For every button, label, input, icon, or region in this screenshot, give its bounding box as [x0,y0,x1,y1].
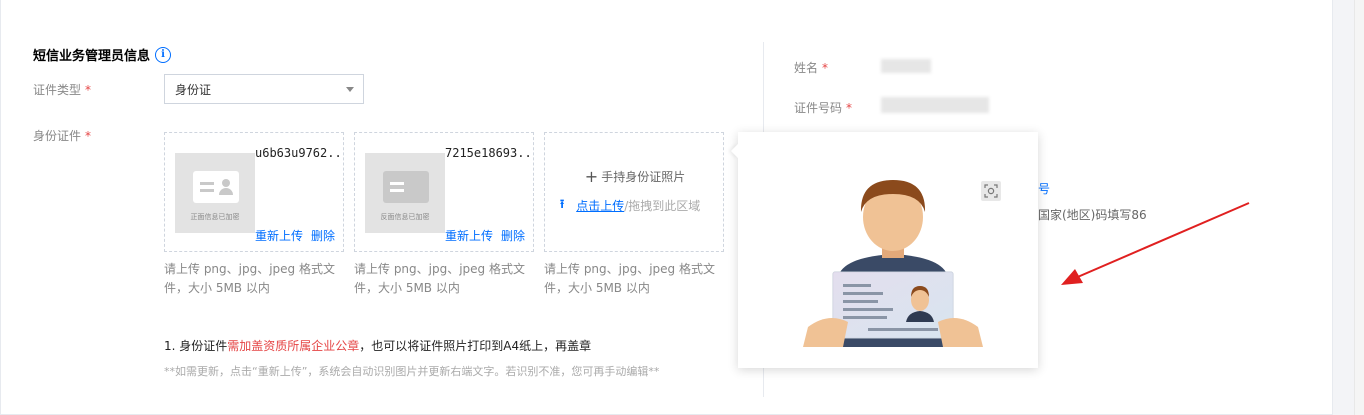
upload-row: ⭱ 点击上传 /拖拽到此区域 [560,195,700,216]
chevron-down-icon [346,87,354,92]
update-note: **如需更新，点击“重新上传”，系统会自动识别图片并更新右端文字。若识别不准，您… [164,365,660,378]
upload-handheld[interactable]: + 手持身份证照片 ⭱ 点击上传 /拖拽到此区域 [544,132,724,252]
thumb-caption: 反面信息已加密 [380,213,430,221]
cert-type-select[interactable]: 身份证 [164,74,364,104]
upload-hint: 请上传 png、jpg、jpeg 格式文件，大小 5MB 以内 [354,262,525,295]
upload-hint: 请上传 png、jpg、jpeg 格式文件，大小 5MB 以内 [544,262,715,295]
required-mark: * [846,101,853,115]
required-mark: * [85,129,92,143]
thumb-caption: 正面信息已加密 [190,213,240,221]
id-number-label-text: 证件号码 [794,101,843,115]
id-card-back-icon [383,171,429,203]
note-highlight: 需加盖资质所属企业公章 [227,339,360,353]
file-name: 7215e18693.... [445,146,533,160]
popover-arrow [730,143,746,159]
annotation-arrow [1061,202,1250,285]
drag-hint: /拖拽到此区域 [624,199,701,213]
name-label: 姓名 * [794,59,828,76]
upload-hint: 请上传 png、jpg、jpeg 格式文件，大小 5MB 以内 [164,262,335,295]
name-label-text: 姓名 [794,61,819,75]
cert-type-value: 身份证 [175,82,212,97]
upload-front: 正面信息已加密 u6b63u9762.... 重新上传 删除 [164,132,344,252]
id-cert-label: 身份证件 * [33,127,91,144]
section-title-text: 短信业务管理员信息 [33,49,151,64]
delete-button[interactable]: 删除 [501,227,525,244]
id-cert-label-text: 身份证件 [33,129,82,143]
section-title: 短信业务管理员信息 i [33,45,172,64]
front-thumbnail[interactable]: 正面信息已加密 [175,153,255,233]
sample-popover [730,132,1038,368]
cert-type-label: 证件类型 * [33,81,91,98]
cert-type-label-text: 证件类型 [33,83,82,97]
click-upload-link[interactable]: 点击上传 [576,197,624,214]
note-prefix: 1. 身份证件 [164,339,228,353]
name-value-masked[interactable] [881,59,931,73]
partial-link[interactable]: 号 [1038,180,1050,197]
required-mark: * [85,83,92,97]
handheld-id-sample-image [803,180,983,347]
reupload-button[interactable]: 重新上传 [445,227,493,244]
id-card-front-icon [193,171,239,203]
info-icon[interactable]: i [155,46,172,63]
upload-icon: ⭱ [560,197,565,211]
upload-back: 反面信息已加密 7215e18693.... 重新上传 删除 [354,132,534,252]
form-panel: 短信业务管理员信息 i 证件类型 * 身份证 身份证件 * 正面信息已加密 u6b6… [0,0,1333,415]
scrollbar[interactable] [1354,0,1364,415]
file-name: u6b63u9762.... [255,146,343,160]
delete-button[interactable]: 删除 [311,227,335,244]
required-mark: * [822,61,829,75]
plus-icon: + [584,167,599,186]
id-number-label: 证件号码 * [794,99,852,116]
handheld-title-text: 手持身份证照片 [601,170,686,184]
back-thumbnail[interactable]: 反面信息已加密 [365,153,445,233]
note-suffix: ，也可以将证件照片打印到A4纸上，再盖章 [359,339,592,353]
note-line: 1. 身份证件需加盖资质所属企业公章，也可以将证件照片打印到A4纸上，再盖章 [164,337,591,354]
id-number-value-masked[interactable] [881,97,989,113]
reupload-button[interactable]: 重新上传 [255,227,303,244]
handheld-title: + 手持身份证照片 [545,167,725,186]
